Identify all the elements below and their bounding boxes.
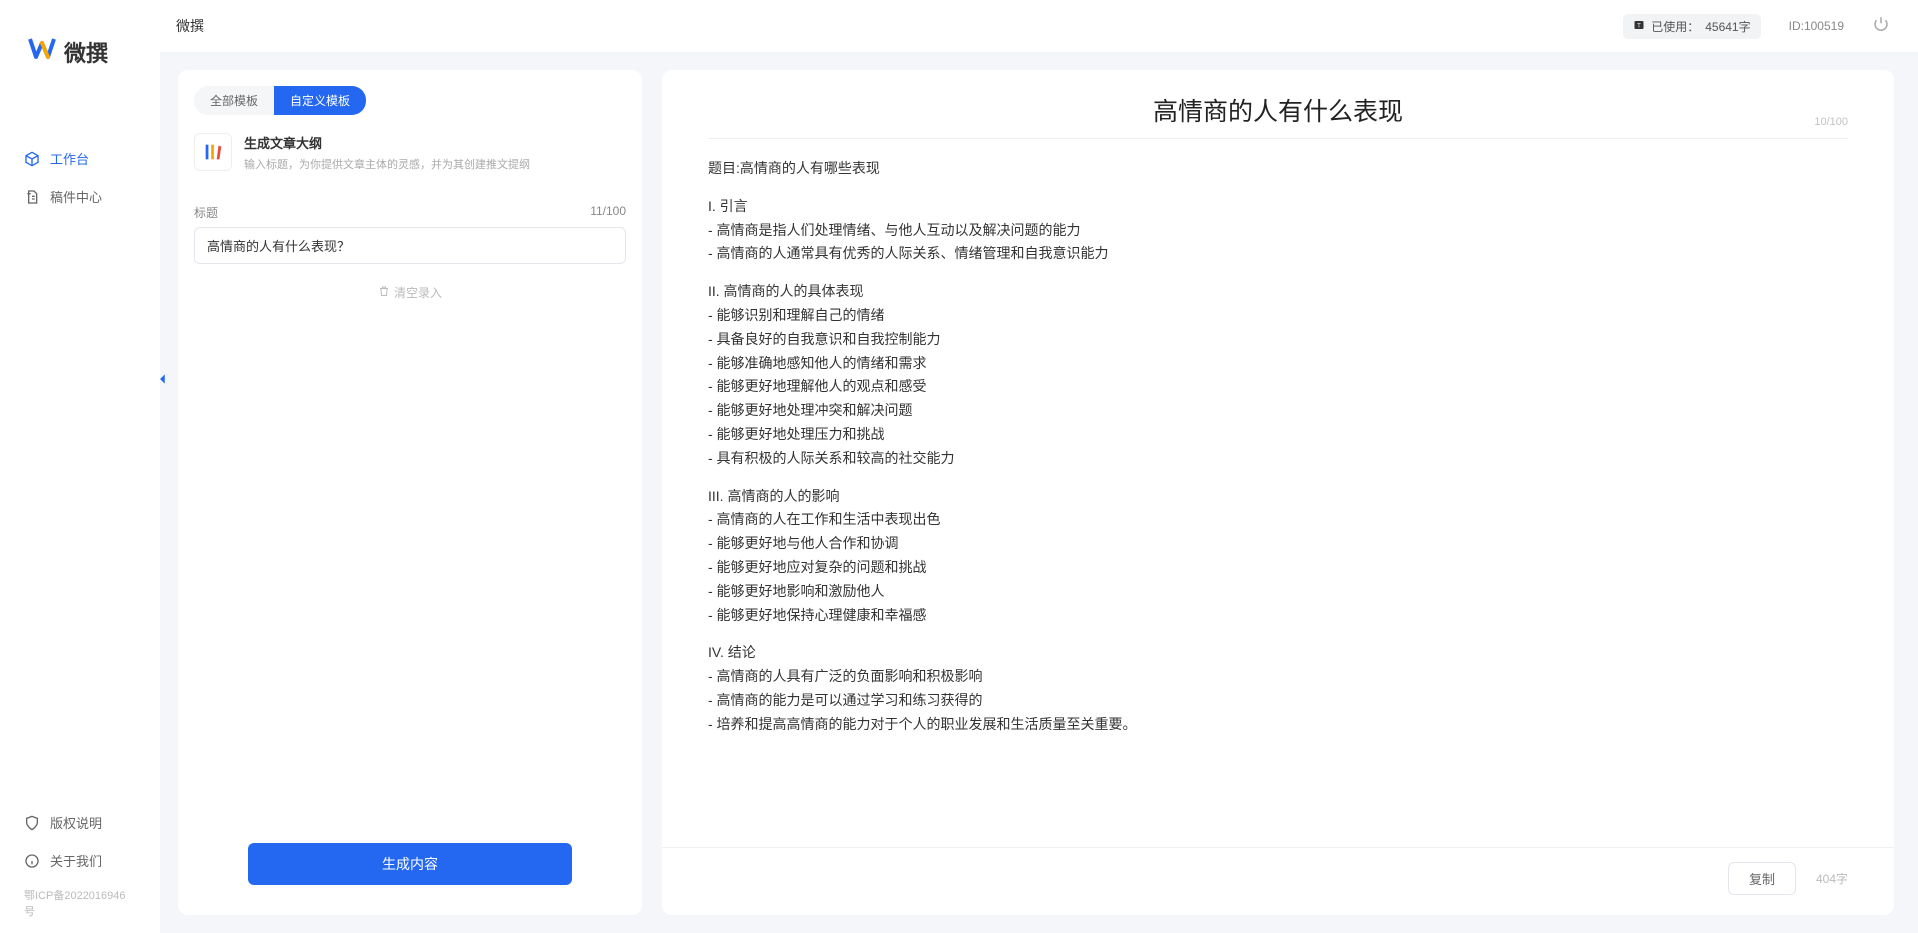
sidebar-item-workbench[interactable]: 工作台 [0, 141, 160, 176]
template-title: 生成文章大纲 [244, 133, 530, 152]
output-char-count: 404字 [1816, 870, 1848, 887]
template-desc: 输入标题，为你提供文章主体的灵感，并为其创建推文提纲 [244, 156, 530, 172]
topbar-right: T 已使用： 45641字 ID:100519 [1623, 14, 1890, 39]
sidebar-item-label: 稿件中心 [50, 187, 102, 206]
output-footer: 复制 404字 [662, 847, 1894, 915]
icp-text: 鄂ICP备2022016946号 [0, 881, 160, 925]
work-area: 全部模板 自定义模板 生成文章大纲 输入标题，为你提供文章主体的灵感，并为其创建… [160, 52, 1918, 933]
power-icon[interactable] [1872, 15, 1890, 38]
sidebar-item-label: 关于我们 [50, 851, 102, 870]
input-panel: 全部模板 自定义模板 生成文章大纲 输入标题，为你提供文章主体的灵感，并为其创建… [178, 70, 642, 915]
text-block-icon: T [1633, 19, 1645, 34]
template-tabs: 全部模板 自定义模板 [178, 70, 642, 115]
logo-text: 微撰 [64, 36, 108, 68]
template-card: 生成文章大纲 输入标题，为你提供文章主体的灵感，并为其创建推文提纲 [178, 115, 642, 186]
topbar: 微撰 T 已使用： 45641字 ID:100519 [160, 0, 1918, 52]
output-section: 题目:高情商的人有哪些表现 [708, 157, 1848, 181]
output-section: IV. 结论 - 高情商的人具有广泛的负面影响和积极影响 - 高情商的能力是可以… [708, 641, 1848, 736]
clear-input-button[interactable]: 清空录入 [194, 284, 626, 301]
sidebar-item-label: 版权说明 [50, 813, 102, 832]
title-input[interactable] [194, 227, 626, 264]
sidebar-item-copyright[interactable]: 版权说明 [0, 805, 160, 840]
cube-icon [24, 151, 40, 167]
tab-all-templates[interactable]: 全部模板 [194, 86, 274, 115]
template-card-icon [194, 133, 232, 171]
output-body[interactable]: 题目:高情商的人有哪些表现 I. 引言 - 高情商是指人们处理情绪、与他人互动以及… [708, 139, 1848, 833]
usage-prefix: 已使用： [1651, 18, 1699, 35]
output-section: III. 高情商的人的影响 - 高情商的人在工作和生活中表现出色 - 能够更好地… [708, 485, 1848, 628]
usage-value: 45641字 [1705, 18, 1750, 35]
info-icon [24, 853, 40, 869]
sidebar-collapse-handle[interactable] [156, 372, 170, 391]
sidebar: 微撰 工作台 稿件中心 版权说明 关于我们 鄂ICP [0, 0, 160, 933]
doc-icon [24, 189, 40, 205]
copy-button[interactable]: 复制 [1728, 862, 1796, 895]
sidebar-item-label: 工作台 [50, 149, 89, 168]
output-title-counter: 10/100 [1814, 116, 1848, 128]
title-counter: 11/100 [590, 204, 626, 221]
tab-custom-templates[interactable]: 自定义模板 [274, 86, 366, 115]
logo-mark-icon [28, 35, 56, 68]
shield-icon [24, 815, 40, 831]
output-panel: 高情商的人有什么表现 10/100 题目:高情商的人有哪些表现 I. 引言 - 高… [662, 70, 1894, 915]
page-title: 微撰 [176, 16, 204, 36]
sidebar-item-drafts[interactable]: 稿件中心 [0, 179, 160, 214]
svg-text:T: T [1637, 23, 1641, 29]
main-area: 微撰 T 已使用： 45641字 ID:100519 全部模板 自定义模板 [160, 0, 1918, 933]
output-title[interactable]: 高情商的人有什么表现 [708, 92, 1848, 128]
title-label: 标题 [194, 204, 218, 221]
sidebar-bottom: 版权说明 关于我们 鄂ICP备2022016946号 [0, 794, 160, 933]
sidebar-nav: 工作台 稿件中心 [0, 98, 160, 794]
generate-button[interactable]: 生成内容 [248, 843, 572, 885]
form-block: 标题 11/100 清空录入 [178, 186, 642, 823]
output-section: I. 引言 - 高情商是指人们处理情绪、与他人互动以及解决问题的能力 - 高情商… [708, 195, 1848, 266]
user-id: ID:100519 [1789, 19, 1844, 33]
trash-icon [378, 285, 390, 300]
sidebar-item-about[interactable]: 关于我们 [0, 843, 160, 878]
app-logo: 微撰 [0, 20, 160, 98]
usage-badge[interactable]: T 已使用： 45641字 [1623, 14, 1760, 39]
clear-label: 清空录入 [394, 284, 442, 301]
output-section: II. 高情商的人的具体表现 - 能够识别和理解自己的情绪 - 具备良好的自我意… [708, 280, 1848, 470]
